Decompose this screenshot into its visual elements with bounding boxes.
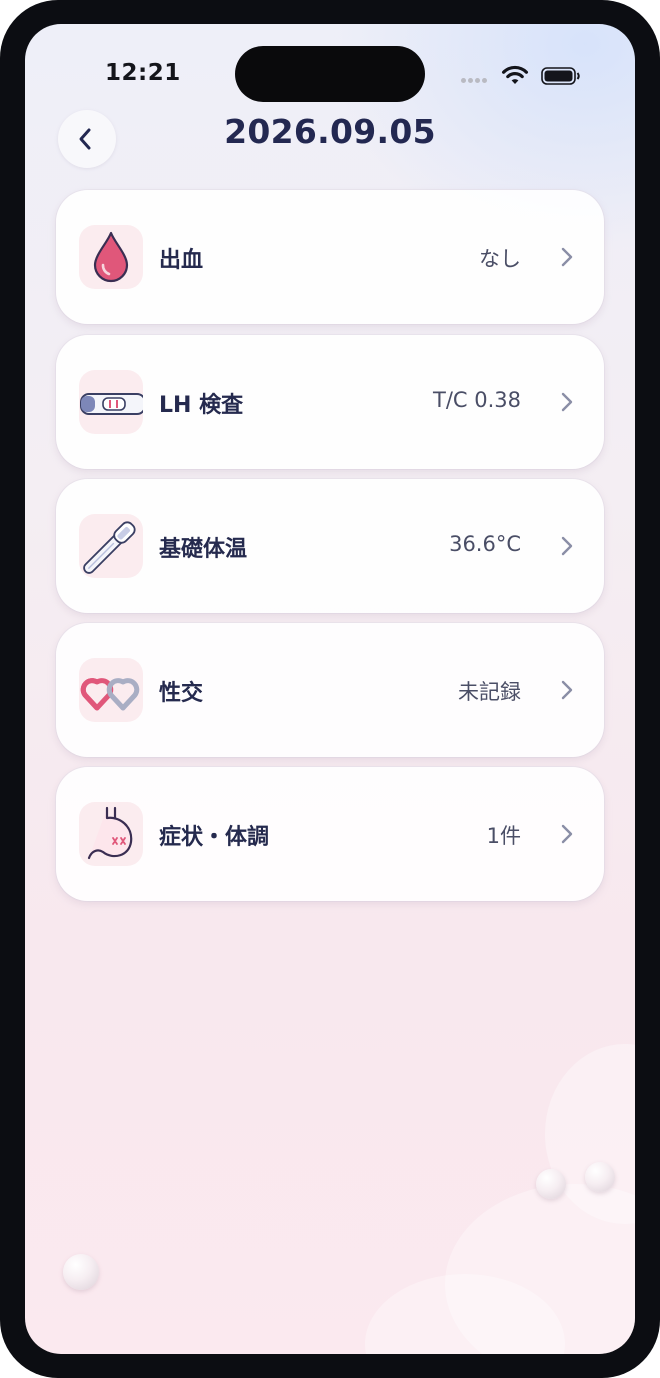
phone-frame: 12:21 2026.09.05 出血 なし LH 検査 T/C 0.38 基礎… bbox=[0, 0, 660, 1378]
app-screen: 12:21 2026.09.05 出血 なし LH 検査 T/C 0.38 基礎… bbox=[25, 24, 635, 1354]
stomach-icon bbox=[79, 802, 143, 866]
record-label: 基礎体温 bbox=[159, 537, 248, 562]
page-title: 2026.09.05 bbox=[224, 112, 436, 151]
linked-hearts-icon bbox=[79, 658, 143, 722]
record-value: 1件 bbox=[486, 824, 521, 848]
chevron-right-icon bbox=[561, 824, 573, 844]
signal-dots-icon bbox=[461, 78, 491, 84]
status-icons bbox=[461, 64, 591, 86]
wifi-icon bbox=[502, 65, 528, 84]
record-value: なし bbox=[479, 247, 521, 271]
pearl-decoration bbox=[63, 1254, 99, 1290]
chevron-right-icon bbox=[561, 392, 573, 412]
record-card-intercourse[interactable]: 性交 未記録 bbox=[56, 623, 604, 757]
status-time: 12:21 bbox=[105, 60, 181, 86]
pearl-decoration bbox=[585, 1162, 615, 1192]
record-value: 36.6°C bbox=[449, 532, 521, 556]
dynamic-island bbox=[235, 46, 425, 102]
battery-icon bbox=[541, 67, 580, 85]
blood-drop-icon bbox=[79, 225, 143, 289]
record-label: 性交 bbox=[159, 681, 204, 706]
record-value: T/C 0.38 bbox=[433, 388, 521, 412]
record-card-bleeding[interactable]: 出血 なし bbox=[56, 190, 604, 324]
thermometer-icon bbox=[79, 514, 143, 578]
record-card-symptoms[interactable]: 症状・体調 1件 bbox=[56, 767, 604, 901]
record-card-basal-temp[interactable]: 基礎体温 36.6°C bbox=[56, 479, 604, 613]
record-value: 未記録 bbox=[458, 680, 521, 704]
chevron-right-icon bbox=[561, 247, 573, 267]
record-label: 症状・体調 bbox=[159, 825, 270, 850]
record-card-lh-test[interactable]: LH 検査 T/C 0.38 bbox=[56, 335, 604, 469]
pearl-decoration bbox=[536, 1169, 566, 1199]
chevron-right-icon bbox=[561, 680, 573, 700]
chevron-right-icon bbox=[561, 536, 573, 556]
record-label: 出血 bbox=[159, 248, 204, 273]
test-strip-icon bbox=[79, 370, 143, 434]
record-label: LH 検査 bbox=[159, 393, 244, 418]
